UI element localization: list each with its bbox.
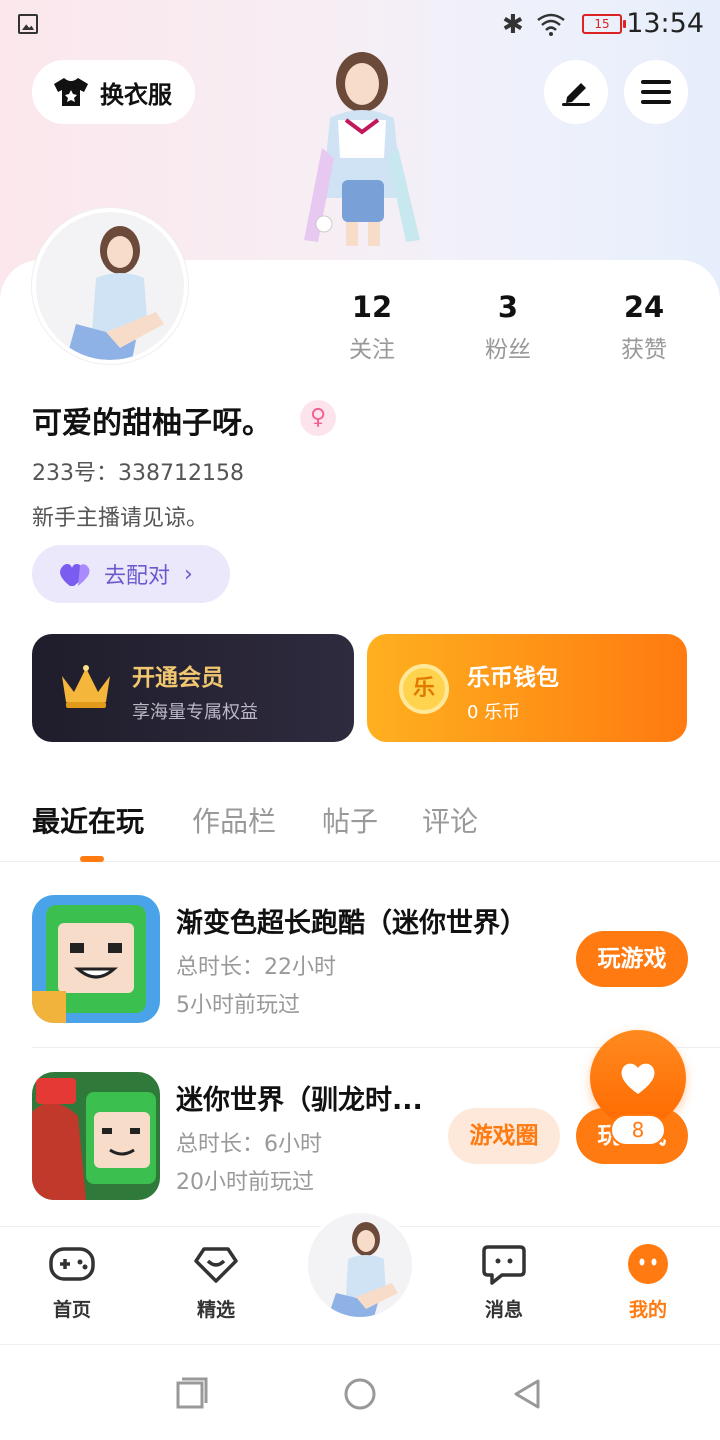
avatar-image <box>36 212 184 360</box>
home-circle-icon[interactable] <box>343 1377 377 1411</box>
heart-icon <box>621 1063 655 1094</box>
heart-diamond-icon <box>194 1247 238 1283</box>
wallet-balance: 0 乐币 <box>467 702 521 723</box>
profile-avatar[interactable] <box>32 208 188 364</box>
stat-following-value: 12 <box>351 290 393 324</box>
double-heart-icon <box>60 564 90 586</box>
nav-center-avatar[interactable] <box>305 1210 415 1320</box>
stat-followers-value: 3 <box>497 290 519 324</box>
game-thumbnail <box>32 1072 160 1200</box>
vip-title: 开通会员 <box>132 665 224 691</box>
game-thumbnail <box>32 895 160 1023</box>
edit-profile-button[interactable] <box>544 60 608 124</box>
nav-featured[interactable]: 精选 <box>166 1243 266 1322</box>
stat-followers-label: 粉丝 <box>485 337 531 363</box>
go-match-button[interactable]: 去配对 › <box>32 545 230 603</box>
stat-likes-value: 24 <box>623 290 665 324</box>
stat-following[interactable]: 12 关注 <box>304 290 440 370</box>
female-gender-icon: ♀ <box>300 400 336 436</box>
battery-icon: 15 <box>582 14 626 34</box>
gallery-notification-icon <box>18 14 38 34</box>
nav-messages-label: 消息 <box>484 1299 523 1321</box>
hamburger-menu-icon <box>641 80 671 104</box>
floating-like-button[interactable] <box>590 1030 686 1126</box>
tab-comments[interactable]: 评论 <box>422 800 478 840</box>
profile-face-icon <box>628 1244 668 1284</box>
nav-home[interactable]: 首页 <box>22 1243 122 1322</box>
change-outfit-button[interactable]: 换衣服 <box>32 60 195 124</box>
game-name: 渐变色超长跑酷（迷你世界） <box>176 908 527 939</box>
recent-apps-icon[interactable] <box>174 1377 208 1411</box>
nav-messages[interactable]: 消息 <box>454 1243 554 1322</box>
bluetooth-icon: ✱ <box>502 10 524 40</box>
profile-uid: 233号：338712158 <box>32 461 244 486</box>
coin-icon: 乐 <box>399 664 449 714</box>
profile-nickname: 可爱的甜柚子呀。 <box>32 406 272 441</box>
tab-works[interactable]: 作品栏 <box>192 800 276 840</box>
game-total-duration: 总时长：6小时 <box>176 1132 322 1157</box>
tab-recently-played[interactable]: 最近在玩 <box>32 800 144 840</box>
profile-stats: 12 关注 3 粉丝 24 获赞 <box>304 290 712 370</box>
status-clock: 13:54 <box>626 8 704 39</box>
chevron-right-icon: › <box>184 561 193 587</box>
game-total-duration: 总时长：22小时 <box>176 955 336 980</box>
profile-bio: 新手主播请见谅。 <box>32 506 209 531</box>
avatar-image <box>308 1213 412 1317</box>
game-name: 迷你世界（驯龙时... <box>176 1085 423 1116</box>
avatar-character-illustration <box>304 52 420 246</box>
game-last-played: 20小时前玩过 <box>176 1170 314 1195</box>
nav-featured-label: 精选 <box>196 1299 235 1321</box>
stat-likes[interactable]: 24 获赞 <box>576 290 712 370</box>
coin-wallet-card[interactable]: 乐 乐币钱包 0 乐币 <box>367 634 687 742</box>
active-tab-indicator <box>80 856 104 862</box>
nav-home-label: 首页 <box>52 1299 91 1321</box>
wallet-title: 乐币钱包 <box>467 665 559 691</box>
tshirt-icon <box>54 78 88 106</box>
play-game-button[interactable]: 玩游戏 <box>576 931 688 987</box>
chat-bubble-icon <box>482 1245 526 1285</box>
stat-likes-label: 获赞 <box>621 337 667 363</box>
pencil-icon <box>562 83 590 106</box>
profile-tabs: 最近在玩 作品栏 帖子 评论 <box>0 790 720 862</box>
change-outfit-label: 换衣服 <box>100 80 172 109</box>
system-navigation-bar <box>0 1344 720 1440</box>
go-match-label: 去配对 <box>104 564 171 589</box>
game-last-played: 5小时前玩过 <box>176 993 300 1018</box>
stat-following-label: 关注 <box>349 337 395 363</box>
nav-mine-label: 我的 <box>628 1299 667 1321</box>
nav-mine[interactable]: 我的 <box>598 1243 698 1322</box>
like-count-badge: 8 <box>610 1114 666 1146</box>
back-triangle-icon[interactable] <box>510 1377 544 1411</box>
vip-subtitle: 享海量专属权益 <box>132 702 258 723</box>
crown-icon <box>62 665 110 708</box>
vip-membership-card[interactable]: 开通会员 享海量专属权益 <box>32 634 354 742</box>
tab-posts[interactable]: 帖子 <box>322 800 378 840</box>
stat-followers[interactable]: 3 粉丝 <box>440 290 576 370</box>
menu-button[interactable] <box>624 60 688 124</box>
gamepad-icon <box>49 1247 95 1281</box>
wifi-icon <box>537 13 565 36</box>
status-bar: ✱ 15 13:54 <box>0 0 720 50</box>
game-circle-button[interactable]: 游戏圈 <box>448 1108 560 1164</box>
